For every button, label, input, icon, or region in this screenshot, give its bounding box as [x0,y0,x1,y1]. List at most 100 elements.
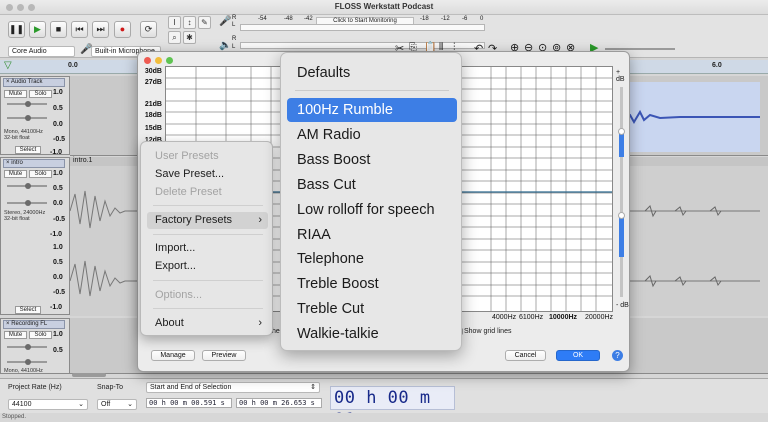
audio-clip[interactable] [619,82,760,152]
db-axis-label: 30dB [144,68,162,75]
ruler-tick: 6.0 [712,62,722,69]
gain-slider-track[interactable] [620,87,623,297]
close-icon[interactable]: × [6,160,10,166]
track-name-label: intro [11,160,23,166]
amplitude-label: -0.5 [53,216,66,223]
preset-item-riaa[interactable]: RIAA [287,223,457,247]
skip-start-button[interactable]: ⏮ [71,21,88,38]
project-rate-select[interactable]: 44100 ⌄ [8,399,88,410]
preset-item-low-rolloff-for-speech[interactable]: Low rolloff for speech [287,198,457,222]
menu-item-options[interactable]: Options... [147,287,268,304]
preset-item-bass-boost[interactable]: Bass Boost [287,148,457,172]
record-button[interactable]: ● [114,21,131,38]
preset-item-walkie-talkie[interactable]: Walkie-talkie [287,322,457,346]
track-control-panel: × intro Mute Solo Stereo, 24000Hz 32-bit… [0,157,70,315]
pan-knob[interactable] [25,200,31,206]
menu-item-about[interactable]: About › [147,315,268,332]
cancel-button[interactable]: Cancel [505,350,546,361]
ok-button[interactable]: OK [556,350,600,361]
chevron-down-icon: ⌄ [78,401,84,408]
speaker-icon: 🔈 [219,40,232,51]
track-name[interactable]: × intro [3,159,65,168]
audio-position-display[interactable]: 00 h 00 m 01 s [330,386,455,422]
menu-item-factory-presets[interactable]: Factory Presets › [147,212,268,229]
selection-end-time[interactable]: 00 h 00 m 26.653 s [236,398,322,408]
minus-db-label: - dB [616,302,629,309]
horizontal-scrollbar[interactable] [72,373,106,377]
status-bar: Stopped. [0,413,768,422]
track-name[interactable]: × Recording FL [3,320,65,329]
mute-button[interactable]: Mute [4,331,27,339]
minimize-dialog-icon[interactable] [155,57,162,64]
preset-item-treble-boost[interactable]: Treble Boost [287,272,457,296]
gain-knob[interactable] [25,183,31,189]
zoom-dialog-icon[interactable] [166,57,173,64]
draw-tool[interactable]: ✎ [198,16,211,29]
menu-item-export[interactable]: Export... [147,258,268,275]
select-button[interactable]: Select [15,146,41,154]
solo-button[interactable]: Solo [29,170,52,178]
menu-item-user-presets[interactable]: User Presets [147,148,268,165]
close-icon[interactable]: × [6,79,10,85]
track-name[interactable]: × Audio Track [3,78,65,87]
amplitude-label: 0.5 [53,185,63,192]
amplitude-label: 0.5 [53,347,63,354]
playback-meter[interactable] [240,42,485,49]
gain-slider-knob[interactable] [618,128,625,135]
snap-to-select[interactable]: Off ⌄ [97,399,137,410]
menu-item-label: Save Preset... [155,168,225,180]
preset-item-defaults[interactable]: Defaults [287,61,457,85]
gain-knob[interactable] [25,344,31,350]
envelope-tool[interactable]: ↕ [183,16,196,29]
menu-item-delete-preset[interactable]: Delete Preset [147,184,268,201]
help-button[interactable]: ? [612,350,623,361]
preset-item-treble-cut[interactable]: Treble Cut [287,297,457,321]
loop-button[interactable]: ⟳ [140,21,157,38]
solo-button[interactable]: Solo [29,331,52,339]
preset-item-telephone[interactable]: Telephone [287,247,457,271]
close-icon[interactable]: × [6,321,10,327]
amplitude-label: -0.5 [53,289,66,296]
magnifier-icon: ⌕ [172,33,177,42]
select-button[interactable]: Select [15,306,41,314]
manage-button[interactable]: Manage [151,350,195,361]
selection-mode-select[interactable]: Start and End of Selection ⇕ [146,382,320,393]
skip-end-icon: ⏭ [96,24,105,34]
preview-button[interactable]: Preview [202,350,246,361]
gain-knob[interactable] [25,101,31,107]
menu-item-save-preset[interactable]: Save Preset... [147,166,268,183]
preset-item-bass-cut[interactable]: Bass Cut [287,173,457,197]
gain-slider-knob[interactable] [618,212,625,219]
menu-item-label: Factory Presets [155,214,233,226]
plus-db-label: + dB [616,69,625,83]
menu-item-import[interactable]: Import... [147,240,268,257]
amplitude-label: 0.0 [53,200,63,207]
amplitude-label: 0.0 [53,121,63,128]
zoom-tool[interactable]: ⌕ [168,31,181,44]
db-axis-label: 15dB [144,125,162,132]
solo-button[interactable]: Solo [29,90,52,98]
play-speed-slider[interactable] [605,48,675,50]
pause-button[interactable]: ❚❚ [8,21,25,38]
stop-button[interactable]: ■ [50,21,67,38]
skip-end-button[interactable]: ⏭ [92,21,109,38]
preset-item-100hz-rumble[interactable]: 100Hz Rumble [287,98,457,122]
pan-knob[interactable] [25,115,31,121]
preset-item-am-radio[interactable]: AM Radio [287,123,457,147]
track-control-panel: × Audio Track Mute Solo Mono, 44100Hz 32… [0,76,70,156]
audio-host-select[interactable]: Core Audio [8,46,75,57]
menu-item-label: User Presets [155,150,219,162]
selection-start-time[interactable]: 00 h 00 m 00.591 s [146,398,232,408]
play-button[interactable]: ▶ [29,21,46,38]
selection-tool[interactable]: I [168,16,181,29]
pin-icon[interactable]: ▽ [4,60,12,71]
pan-knob[interactable] [25,359,31,365]
close-dialog-icon[interactable] [144,57,151,64]
mute-button[interactable]: Mute [4,170,27,178]
multi-tool[interactable]: ✱ [183,31,196,44]
meter-tick: -18 [420,16,429,22]
record-meter[interactable] [240,24,485,31]
track-info: Stereo, 24000Hz 32-bit float [4,210,46,222]
waveform [619,109,760,124]
mute-button[interactable]: Mute [4,90,27,98]
